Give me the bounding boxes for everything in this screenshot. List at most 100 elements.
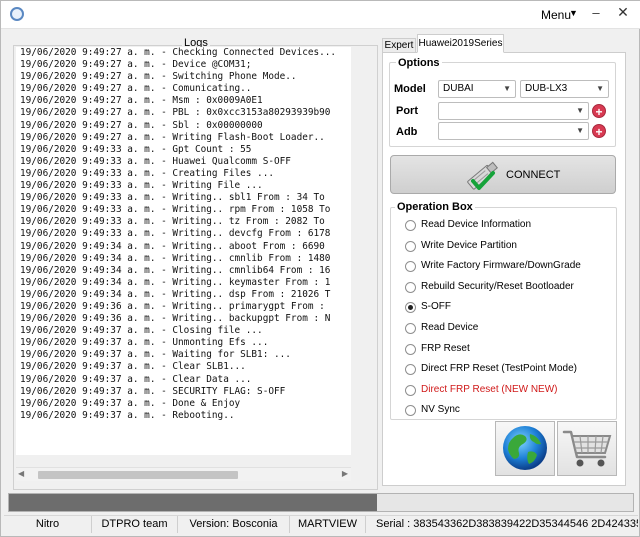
log-line: 19/06/2020 9:49:27 a. m. - Checking Conn…	[20, 47, 337, 58]
operation-option-label: Direct FRP Reset (NEW NEW)	[421, 384, 558, 395]
radio-button[interactable]	[405, 241, 416, 252]
log-line: 19/06/2020 9:49:34 a. m. - Writing.. cmn…	[20, 264, 331, 276]
operation-option[interactable]: Write Device Partition	[405, 239, 610, 255]
horizontal-scrollbar[interactable]: ◀ ▶	[16, 467, 351, 481]
tab-expert[interactable]: Expert	[382, 38, 416, 52]
log-line: 19/06/2020 9:49:33 a. m. - Writing.. rpm…	[20, 204, 331, 216]
log-line: 19/06/2020 9:49:34 a. m. - Writing.. cmn…	[20, 252, 331, 264]
radio-button[interactable]	[405, 385, 416, 396]
log-line: 19/06/2020 9:49:37 a. m. - Done & Enjoy	[20, 397, 241, 409]
radio-button[interactable]	[405, 261, 416, 272]
log-line: 19/06/2020 9:49:33 a. m. - Creating File…	[20, 167, 274, 179]
log-line: 19/06/2020 9:49:27 a. m. - Switching Pho…	[20, 71, 297, 83]
log-line: 19/06/2020 9:49:27 a. m. - PBL : 0x0xcc3…	[20, 107, 331, 119]
operation-option-label: NV Sync	[421, 404, 460, 415]
app-window: Menu ▼ – ✕ Logs 19/06/2020 9:49:27 a. m.…	[0, 0, 640, 537]
operation-option[interactable]: S-OFF	[405, 300, 610, 316]
operation-option[interactable]: FRP Reset	[405, 342, 610, 358]
port-select[interactable]: ▼	[438, 102, 589, 120]
log-line: 19/06/2020 9:49:34 a. m. - Writing.. dsp…	[20, 288, 331, 300]
operation-option-label: Write Factory Firmware/DownGrade	[421, 260, 581, 271]
minimize-icon[interactable]: –	[589, 5, 603, 23]
app-logo-icon	[10, 7, 24, 21]
plus-circle-icon: +	[595, 105, 603, 119]
log-line: 19/06/2020 9:49:27 a. m. - Writing Flash…	[20, 131, 325, 143]
log-line: 19/06/2020 9:49:33 a. m. - Writing File …	[20, 180, 263, 192]
operation-option[interactable]: Direct FRP Reset (NEW NEW)	[405, 383, 610, 399]
log-line: 19/06/2020 9:49:37 a. m. - Closing file …	[20, 325, 263, 337]
scroll-left-icon[interactable]: ◀	[18, 469, 24, 478]
operation-option-label: FRP Reset	[421, 343, 470, 354]
progress-bar	[8, 493, 634, 512]
log-line: 19/06/2020 9:49:33 a. m. - Gpt Count : 5…	[20, 143, 252, 155]
log-line: 19/06/2020 9:49:33 a. m. - Writing.. tz …	[20, 216, 325, 228]
log-line: 19/06/2020 9:49:34 a. m. - Writing.. abo…	[20, 240, 325, 252]
close-icon[interactable]: ✕	[615, 4, 631, 24]
log-line: 19/06/2020 9:49:36 a. m. - Writing.. pri…	[20, 300, 325, 312]
radio-button[interactable]	[405, 302, 416, 313]
model-label: Model	[394, 83, 426, 95]
status-team: DTPRO team	[92, 516, 178, 533]
log-line: 19/06/2020 9:49:34 a. m. - Writing.. key…	[20, 276, 331, 288]
status-nitro: Nitro	[4, 516, 92, 533]
variant-select[interactable]: DUB-LX3 ▼	[520, 80, 609, 98]
operation-option-label: S-OFF	[421, 301, 451, 312]
radio-button[interactable]	[405, 344, 416, 355]
log-line: 19/06/2020 9:49:37 a. m. - Rebooting..	[20, 409, 235, 421]
caret-down-icon[interactable]: ▼	[569, 8, 578, 18]
log-line: 19/06/2020 9:49:33 a. m. - Writing.. sbl…	[20, 192, 325, 204]
model-select[interactable]: DUBAI ▼	[438, 80, 516, 98]
operation-box-title: Operation Box	[395, 201, 475, 213]
operation-option[interactable]: Rebuild Security/Reset Bootloader	[405, 280, 610, 296]
radio-button[interactable]	[405, 364, 416, 375]
radio-button[interactable]	[405, 405, 416, 416]
adb-add-button[interactable]: +	[592, 124, 606, 139]
log-line: 19/06/2020 9:49:37 a. m. - SECURITY FLAG…	[20, 385, 286, 397]
log-line: 19/06/2020 9:49:37 a. m. - Clear SLB1...	[20, 361, 246, 373]
scroll-thumb[interactable]	[38, 471, 238, 479]
connect-label: CONNECT	[506, 169, 561, 181]
radio-button[interactable]	[405, 220, 416, 231]
website-button[interactable]	[495, 421, 555, 476]
log-lines: 19/06/2020 9:49:27 a. m. - Checking Conn…	[20, 47, 351, 422]
options-title: Options	[396, 57, 442, 69]
log-output[interactable]: 19/06/2020 9:49:27 a. m. - Checking Conn…	[16, 47, 351, 455]
menu-button[interactable]: Menu	[541, 8, 571, 22]
shop-button[interactable]	[557, 421, 617, 476]
status-martview: MARTVIEW	[290, 516, 366, 533]
log-line: 19/06/2020 9:49:37 a. m. - Clear Data ..…	[20, 373, 252, 385]
plus-circle-icon: +	[595, 125, 603, 139]
status-serial: Serial : 383543362D383839422D35344546 2D…	[376, 518, 638, 530]
chevron-down-icon: ▼	[576, 106, 584, 115]
log-line: 19/06/2020 9:49:37 a. m. - Unmonting Efs…	[20, 337, 269, 349]
adb-select[interactable]: ▼	[438, 122, 589, 140]
operation-option[interactable]: Read Device Information	[405, 218, 610, 234]
chevron-down-icon: ▼	[503, 84, 511, 93]
port-label: Port	[396, 105, 418, 117]
operation-option[interactable]: Read Device	[405, 321, 610, 337]
log-line: 19/06/2020 9:49:27 a. m. - Sbl : 0x00000…	[20, 119, 263, 131]
operation-option[interactable]: Direct FRP Reset (TestPoint Mode)	[405, 362, 610, 378]
connect-button[interactable]: CONNECT	[390, 155, 616, 194]
log-line: 19/06/2020 9:49:33 a. m. - Huawei Qualco…	[20, 155, 291, 167]
radio-button[interactable]	[405, 323, 416, 334]
port-add-button[interactable]: +	[592, 104, 606, 119]
operation-option-label: Rebuild Security/Reset Bootloader	[421, 281, 574, 292]
status-version: Version: Bosconia	[178, 516, 290, 533]
progress-fill	[9, 494, 378, 511]
usb-checkmark-icon	[467, 161, 498, 190]
title-bar: Menu ▼ – ✕	[1, 1, 640, 29]
adb-label: Adb	[396, 126, 418, 138]
model-value: DUBAI	[443, 83, 474, 94]
operation-option[interactable]: NV Sync	[405, 403, 610, 419]
operation-option-label: Read Device Information	[421, 219, 532, 230]
chevron-down-icon: ▼	[596, 84, 604, 93]
operation-option-label: Read Device	[421, 322, 479, 333]
radio-button[interactable]	[405, 282, 416, 293]
scroll-right-icon[interactable]: ▶	[342, 469, 348, 478]
operation-option[interactable]: Write Factory Firmware/DownGrade	[405, 259, 610, 275]
operation-option-label: Write Device Partition	[421, 240, 517, 251]
tab-huawei2019series[interactable]: Huawei2019Series	[417, 34, 504, 53]
log-line: 19/06/2020 9:49:27 a. m. - Comunicating.…	[20, 83, 252, 95]
operation-option-label: Direct FRP Reset (TestPoint Mode)	[421, 363, 577, 374]
